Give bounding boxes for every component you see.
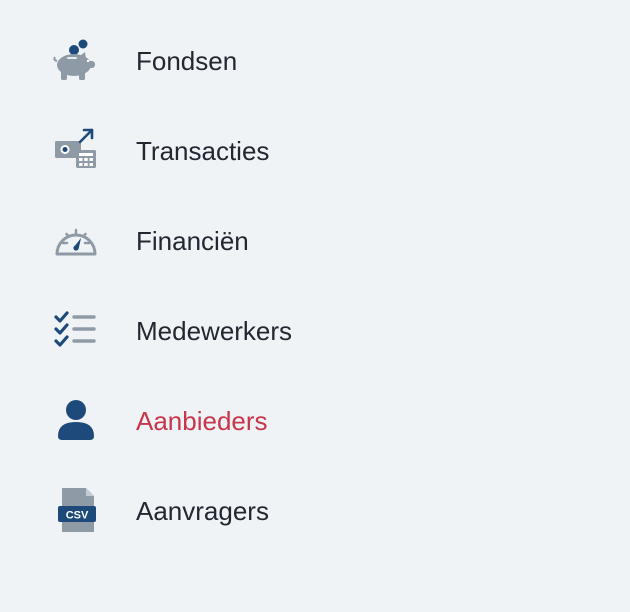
- menu-item-aanvragers[interactable]: CSV Aanvragers: [0, 466, 630, 556]
- menu-item-financien[interactable]: Financiën: [0, 196, 630, 286]
- transactions-icon: [50, 126, 102, 174]
- menu-item-aanbieders[interactable]: Aanbieders: [0, 376, 630, 466]
- menu-item-medewerkers[interactable]: Medewerkers: [0, 286, 630, 376]
- speedometer-icon: [50, 216, 102, 264]
- menu-item-transacties[interactable]: Transacties: [0, 106, 630, 196]
- menu-item-label: Transacties: [136, 136, 270, 166]
- menu-item-fondsen[interactable]: Fondsen: [0, 16, 630, 106]
- csv-badge-text: CSV: [66, 510, 89, 522]
- user-icon: [50, 396, 102, 444]
- menu-item-label: Aanbieders: [136, 406, 268, 436]
- piggy-bank-icon: [50, 36, 102, 84]
- menu-item-label: Aanvragers: [136, 496, 269, 526]
- csv-file-icon: CSV: [50, 486, 102, 534]
- sidebar-menu: Fondsen Transacties Financiën Medewerker…: [0, 0, 630, 612]
- menu-item-label: Medewerkers: [136, 316, 293, 346]
- menu-item-label: Financiën: [136, 226, 249, 256]
- checklist-icon: [50, 306, 102, 354]
- menu-item-label: Fondsen: [136, 46, 238, 76]
